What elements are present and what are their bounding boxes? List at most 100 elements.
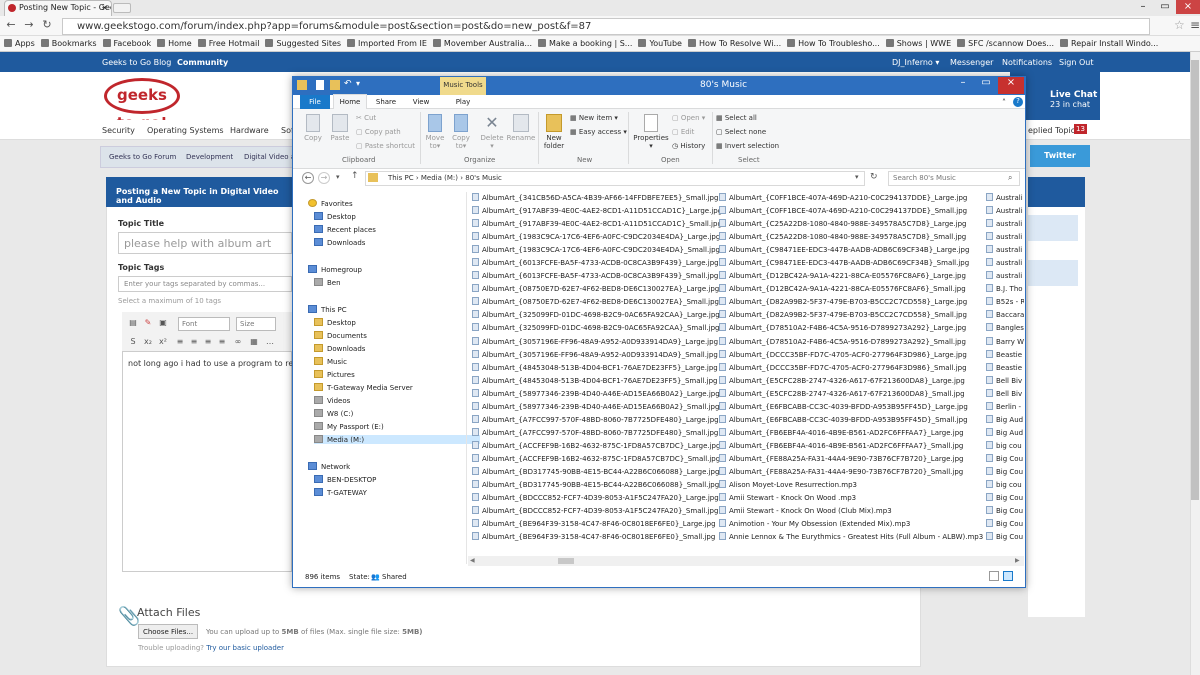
file-item[interactable]: Animotion - Your My Obsession (Extended …: [719, 518, 983, 531]
file-item[interactable]: Big Aud: [986, 414, 1024, 427]
file-item[interactable]: AlbumArt_{08750E7D-62E7-4F62-BED8-DE6C13…: [472, 283, 722, 296]
nav-pc-item[interactable]: Documents: [314, 331, 367, 340]
subnav-security[interactable]: Security: [102, 126, 135, 135]
back-icon[interactable]: ←: [4, 18, 18, 34]
move-to-button[interactable]: Move to▾: [424, 114, 446, 150]
link-icon[interactable]: ∞: [232, 337, 244, 349]
forward-icon[interactable]: →: [22, 18, 36, 34]
bookmark-item[interactable]: How To Resolve Wi...: [687, 36, 781, 48]
file-item[interactable]: Bell Biv: [986, 388, 1024, 401]
subnav-hardware[interactable]: Hardware: [230, 126, 269, 135]
bookmark-item[interactable]: Suggested Sites: [265, 36, 341, 48]
file-item[interactable]: Barry W: [986, 336, 1024, 349]
file-item[interactable]: AlbumArt_{1983C9CA-17C6-4EF6-A0FC-C9DC20…: [472, 244, 722, 257]
path-segment[interactable]: 80's Music: [465, 174, 502, 182]
file-item[interactable]: AlbumArt_{6013FCFE-BA5F-4733-ACDB-0C8CA3…: [472, 270, 722, 283]
select-none-button[interactable]: ▢ Select none: [716, 128, 766, 136]
path-segment[interactable]: Media (M:): [421, 174, 458, 182]
file-item[interactable]: Big Cou: [986, 492, 1024, 505]
paste-button[interactable]: Paste: [328, 114, 352, 142]
edit-button[interactable]: ▢ Edit: [672, 128, 694, 136]
file-item[interactable]: AlbumArt_{C98471EE-EDC3-447B-AADB-ADB6C6…: [719, 244, 983, 257]
bookmark-item[interactable]: Free Hotmail: [197, 36, 259, 48]
subscript-icon[interactable]: x₂: [142, 337, 154, 349]
url-field[interactable]: www.geekstogo.com/forum/index.php?app=fo…: [62, 18, 1150, 35]
file-item[interactable]: AlbumArt_{E6FBCABB-CC3C-4039-BFDD-A953B9…: [719, 401, 983, 414]
file-item[interactable]: AlbumArt_{BE964F39-3158-4C47-8F46-0C8018…: [472, 518, 722, 531]
bookmark-item[interactable]: YouTube: [638, 36, 682, 48]
align-justify-icon[interactable]: ≡: [216, 337, 228, 349]
nav-pc-item[interactable]: My Passport (E:): [314, 422, 384, 431]
path-segment[interactable]: This PC: [388, 174, 414, 182]
file-list-scrollbar[interactable]: [468, 556, 1024, 566]
close-window-icon[interactable]: ×: [1176, 0, 1200, 14]
file-item[interactable]: AlbumArt_{08750E7D-62E7-4F62-BED8-DE6C13…: [472, 296, 722, 309]
file-item[interactable]: Bangles: [986, 322, 1024, 335]
nav-pc-item[interactable]: Pictures: [314, 370, 355, 379]
file-item[interactable]: AlbumArt_{C0FF1BCE-407A-469D-A210-C0C294…: [719, 205, 983, 218]
site-logo[interactable]: geeks to go!: [104, 78, 180, 132]
file-item[interactable]: Australi: [986, 192, 1024, 205]
file-item[interactable]: Big Cou: [986, 505, 1024, 518]
file-item[interactable]: AlbumArt_{D82A99B2-5F37-479E-B703-B5CC2C…: [719, 296, 983, 309]
community-link[interactable]: Community: [177, 58, 228, 67]
file-item[interactable]: AlbumArt_{6013FCFE-BA5F-4733-ACDB-0C8CA3…: [472, 257, 722, 270]
basic-uploader-link[interactable]: Try our basic uploader: [206, 644, 284, 652]
tab-play[interactable]: Play: [451, 95, 475, 109]
file-item[interactable]: AlbumArt_{D82A99B2-5F37-479E-B703-B5CC2C…: [719, 309, 983, 322]
file-item[interactable]: Berlin -: [986, 401, 1024, 414]
file-item[interactable]: australi: [986, 270, 1024, 283]
more-icon[interactable]: …: [264, 337, 276, 349]
file-item[interactable]: australi: [986, 257, 1024, 270]
file-item[interactable]: australi: [986, 244, 1024, 257]
file-item[interactable]: big cou: [986, 440, 1024, 453]
font-select[interactable]: Font: [178, 317, 230, 331]
file-item[interactable]: AlbumArt_{C25A22D8-1080-4840-988E-349578…: [719, 218, 983, 231]
file-item[interactable]: B52s - R: [986, 296, 1024, 309]
messenger-link[interactable]: Messenger: [950, 58, 993, 67]
file-item[interactable]: Bell Biv: [986, 375, 1024, 388]
nav-fav-item[interactable]: Downloads: [314, 238, 365, 247]
subnav-os[interactable]: Operating Systems: [147, 126, 224, 135]
explorer-back-icon[interactable]: ←: [302, 172, 314, 184]
nav-pc-item[interactable]: Desktop: [314, 318, 356, 327]
bookmark-item[interactable]: Movember Australia...: [432, 36, 532, 48]
nav-pc-item[interactable]: T-Gateway Media Server: [314, 383, 413, 392]
file-item[interactable]: AlbumArt_{E5CFC28B-2747-4326-A617-67F213…: [719, 375, 983, 388]
file-item[interactable]: AlbumArt_{D78510A2-F4B6-4C5A-9516-D78992…: [719, 336, 983, 349]
file-item[interactable]: Big Cou: [986, 531, 1024, 544]
user-menu[interactable]: DJ_Inferno ▾: [892, 58, 939, 67]
file-item[interactable]: AlbumArt_{3057196E-FF96-48A9-A952-A0D933…: [472, 349, 722, 362]
file-item[interactable]: AlbumArt_{341CB56D-A5CA-4B39-AF66-14FFDB…: [472, 192, 722, 205]
address-dropdown-icon[interactable]: ▾: [855, 173, 859, 181]
file-item[interactable]: Amii Stewart - Knock On Wood .mp3: [719, 492, 983, 505]
history-button[interactable]: ◷ History: [672, 142, 705, 150]
file-item[interactable]: Australi: [986, 205, 1024, 218]
details-view-icon[interactable]: [989, 571, 999, 581]
file-item[interactable]: Big Cou: [986, 453, 1024, 466]
file-item[interactable]: AlbumArt_{FB6EBF4A-4016-4B9E-B561-AD2FC6…: [719, 440, 983, 453]
nav-fav-item[interactable]: Desktop: [314, 212, 356, 221]
bookmark-item[interactable]: Home: [157, 36, 192, 48]
file-item[interactable]: AlbumArt_{DCCC35BF-FD7C-4705-ACF0-277964…: [719, 362, 983, 375]
paste-shortcut-button[interactable]: ▢ Paste shortcut: [356, 142, 415, 150]
bookmark-item[interactable]: Shows | WWE: [885, 36, 951, 48]
recent-dropdown-icon[interactable]: ▾: [336, 173, 340, 181]
file-item[interactable]: Alison Moyet-Love Resurrection.mp3: [719, 479, 983, 492]
bookmark-item[interactable]: How To Troublesho...: [787, 36, 880, 48]
notifications-link[interactable]: Notifications: [1002, 58, 1052, 67]
explorer-close-icon[interactable]: ×: [998, 77, 1024, 94]
file-item[interactable]: australi: [986, 231, 1024, 244]
bookmark-item[interactable]: Apps: [4, 36, 35, 48]
bookmark-star-icon[interactable]: ☆: [1174, 18, 1185, 32]
file-item[interactable]: australi: [986, 218, 1024, 231]
topic-tags-input[interactable]: Enter your tags separated by commas...: [118, 276, 292, 292]
scroll-left-icon[interactable]: ◀: [470, 557, 475, 564]
file-item[interactable]: AlbumArt_{BDCCC852-FCF7-4D39-8053-A1F5C2…: [472, 492, 722, 505]
copy-button[interactable]: Copy: [302, 114, 324, 142]
align-left-icon[interactable]: ≡: [174, 337, 186, 349]
file-item[interactable]: AlbumArt_{BE964F39-3158-4C47-8F46-0C8018…: [472, 531, 722, 544]
file-item[interactable]: Beastie: [986, 362, 1024, 375]
file-item[interactable]: Beastie: [986, 349, 1024, 362]
new-folder-quick-icon[interactable]: [330, 80, 340, 90]
